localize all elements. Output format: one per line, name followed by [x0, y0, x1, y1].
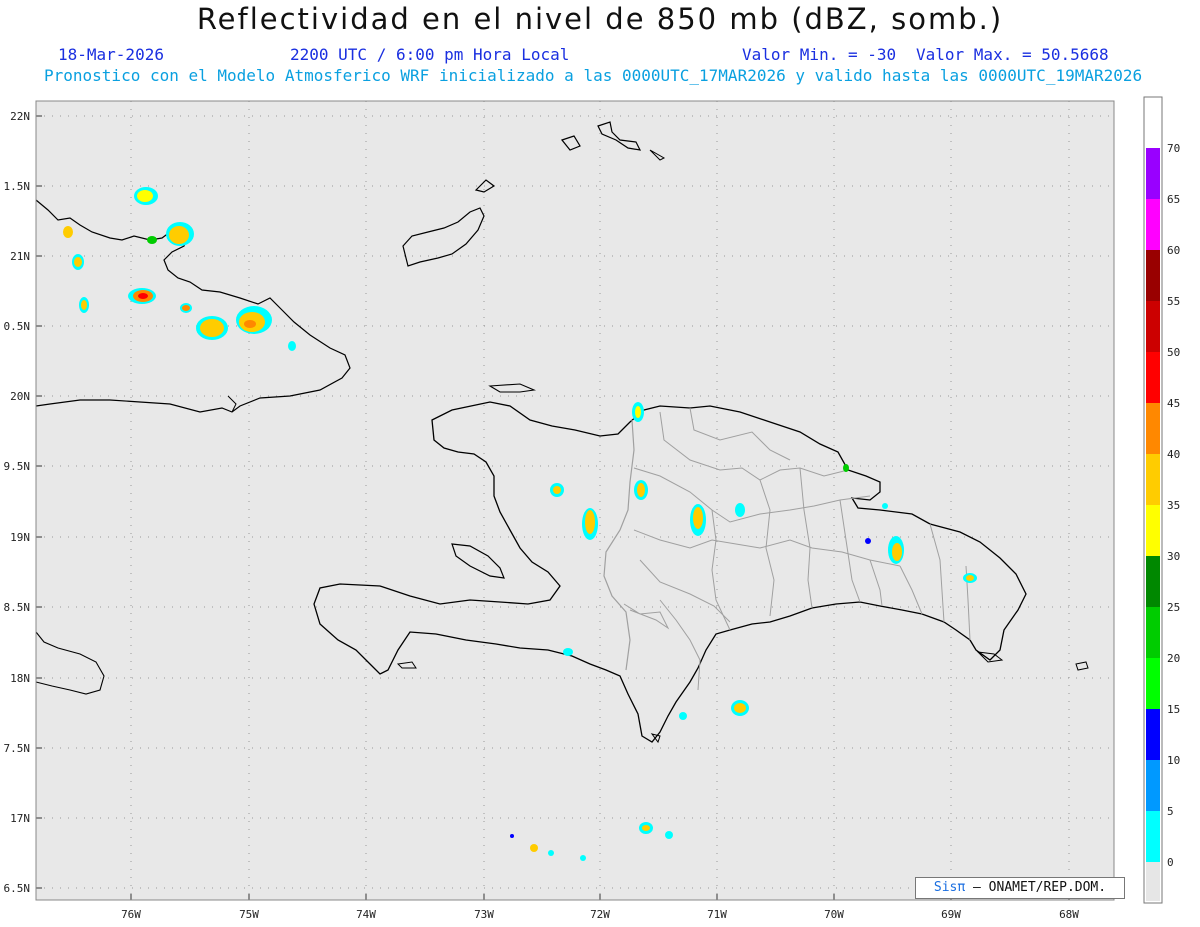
- credit-text: – ONAMET/REP.DOM.: [965, 880, 1107, 895]
- lon-label: 76W: [121, 908, 141, 921]
- lat-label: 6.5N: [4, 882, 31, 895]
- legend-label: 5: [1167, 805, 1174, 818]
- legend-label: 45: [1167, 397, 1180, 410]
- credit-brand: Sisπ: [933, 880, 966, 895]
- legend-swatch: [1146, 148, 1160, 199]
- legend-label: 55: [1167, 295, 1180, 308]
- color-legend: 0 5 10 15 20 25 30 35 40 45 50 55 60 65 70: [1146, 99, 1180, 901]
- lon-label: 71W: [707, 908, 727, 921]
- lat-label: 8.5N: [4, 601, 31, 614]
- lat-label: 21N: [10, 250, 30, 263]
- credit-box: Sisπ – ONAMET/REP.DOM.: [915, 877, 1125, 899]
- legend-swatch: [1146, 760, 1160, 811]
- legend-label: 65: [1167, 193, 1180, 206]
- lon-label: 69W: [941, 908, 961, 921]
- lon-label: 73W: [474, 908, 494, 921]
- lat-label: 20N: [10, 390, 30, 403]
- legend-swatch: [1146, 454, 1160, 505]
- legend-label: 60: [1167, 244, 1180, 257]
- lat-label: 1.5N: [4, 180, 31, 193]
- lon-label: 68W: [1059, 908, 1079, 921]
- legend-swatch: [1146, 709, 1160, 760]
- lat-label: 17N: [10, 812, 30, 825]
- legend-label: 70: [1167, 142, 1180, 155]
- lon-label: 72W: [590, 908, 610, 921]
- legend-label: 30: [1167, 550, 1180, 563]
- legend-swatch: [1146, 301, 1160, 352]
- legend-swatch: [1146, 352, 1160, 403]
- lat-label: 19N: [10, 531, 30, 544]
- legend-swatch: [1146, 811, 1160, 862]
- lon-label: 75W: [239, 908, 259, 921]
- legend-label: 50: [1167, 346, 1180, 359]
- map-canvas: 22N 1.5N 21N 0.5N 20N 9.5N 19N 8.5N 18N 7.5N 17N 6.…: [4, 96, 1180, 921]
- latitude-labels: 22N 1.5N 21N 0.5N 20N 9.5N 19N 8.5N 18N 7.5N 17N 6.…: [4, 110, 31, 895]
- legend-label: 25: [1167, 601, 1180, 614]
- legend-label: 15: [1167, 703, 1180, 716]
- legend-swatch: [1146, 607, 1160, 658]
- legend-swatch: [1146, 556, 1160, 607]
- lat-label: 0.5N: [4, 320, 31, 333]
- legend-swatch: [1146, 505, 1160, 556]
- lat-label: 22N: [10, 110, 30, 123]
- legend-swatch: [1146, 403, 1160, 454]
- legend-label: 20: [1167, 652, 1180, 665]
- legend-swatch: [1146, 658, 1160, 709]
- legend-swatch-below: [1146, 862, 1160, 901]
- legend-label: 35: [1167, 499, 1180, 512]
- legend-swatch: [1146, 199, 1160, 250]
- legend-label: 40: [1167, 448, 1180, 461]
- legend-swatch-above: [1146, 99, 1160, 148]
- lon-label: 74W: [356, 908, 376, 921]
- lon-label: 70W: [824, 908, 844, 921]
- lat-label: 7.5N: [4, 742, 31, 755]
- legend-label: 10: [1167, 754, 1180, 767]
- legend-label: 0: [1167, 856, 1174, 869]
- longitude-labels: 76W 75W 74W 73W 72W 71W 70W 69W 68W: [121, 908, 1079, 921]
- lat-label: 18N: [10, 672, 30, 685]
- map-background: [36, 101, 1114, 900]
- legend-swatch: [1146, 250, 1160, 301]
- lat-label: 9.5N: [4, 460, 31, 473]
